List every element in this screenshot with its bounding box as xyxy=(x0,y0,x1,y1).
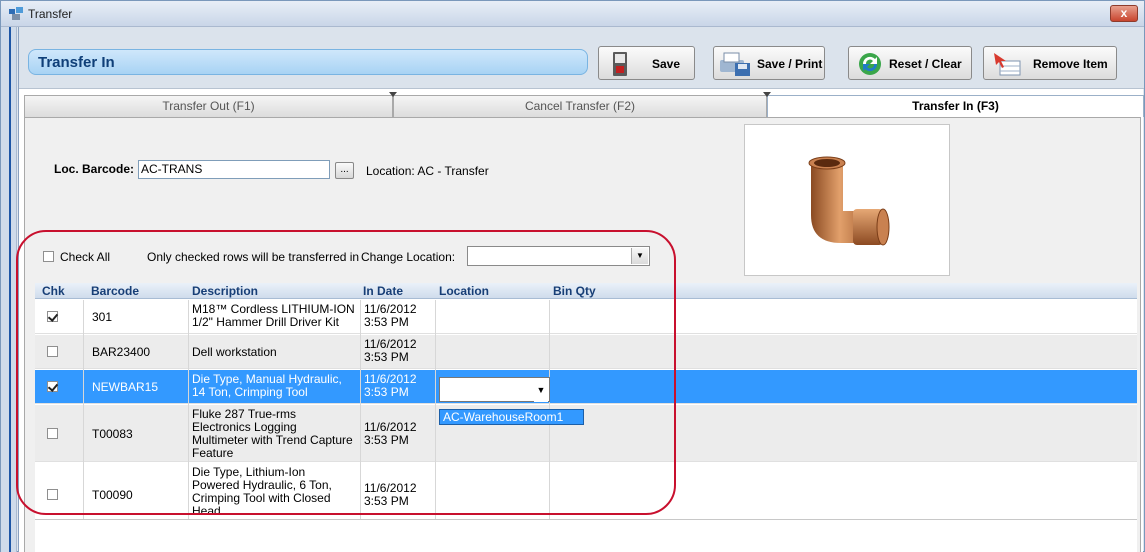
description-cell: Die Type, Lithium-Ion xyxy=(192,465,306,479)
column-divider xyxy=(188,300,189,520)
check-all-row: Check All Only checked rows will be tran… xyxy=(39,246,739,268)
left-rail xyxy=(1,27,17,552)
description-cell: Fluke 287 True-rms xyxy=(192,407,297,421)
barcode-cell: 301 xyxy=(92,310,113,324)
date-cell: 11/6/2012 xyxy=(364,481,417,495)
tab-marker-icon xyxy=(763,92,771,97)
location-option[interactable]: AC-WarehouseRoom1 xyxy=(439,409,584,425)
description-cell: 1/2" Hammer Drill Driver Kit xyxy=(192,315,339,329)
page-title: Transfer In xyxy=(38,54,115,71)
row-checkbox[interactable] xyxy=(47,489,58,500)
tab-marker-icon xyxy=(389,92,397,97)
column-header[interactable]: Chk xyxy=(42,284,65,298)
tab-transfer-out[interactable]: Transfer Out (F1) xyxy=(24,95,393,117)
time-cell: 3:53 PM xyxy=(364,385,409,399)
row-checkbox[interactable] xyxy=(47,346,58,357)
time-cell: 3:53 PM xyxy=(364,433,409,447)
main-content: Transfer In Save Save / Print Reset / Cl… xyxy=(18,27,1144,552)
date-cell: 11/6/2012 xyxy=(364,302,417,316)
description-cell: Head xyxy=(192,504,221,518)
row-checkbox[interactable] xyxy=(47,428,58,439)
column-header[interactable]: Location xyxy=(439,284,489,298)
column-header[interactable]: Barcode xyxy=(91,284,139,298)
row-location-select[interactable]: ▼ xyxy=(439,377,550,402)
table-row[interactable]: T00083 Fluke 287 True-rms Electronics Lo… xyxy=(35,405,1137,462)
description-cell: Dell workstation xyxy=(192,345,277,359)
reset-clear-label: Reset / Clear xyxy=(889,57,962,71)
date-cell: 11/6/2012 xyxy=(364,337,417,351)
table-row[interactable]: 301 M18™ Cordless LITHIUM-ION 1/2" Hamme… xyxy=(35,300,1137,334)
loc-barcode-label: Loc. Barcode: xyxy=(54,162,135,176)
save-print-button[interactable]: Save / Print xyxy=(713,46,825,80)
title-bar: Transfer x xyxy=(1,1,1144,27)
floppy-disk-icon xyxy=(613,52,627,76)
change-location-select[interactable]: ▼ xyxy=(467,246,650,266)
table-row-selected[interactable]: NEWBAR15 Die Type, Manual Hydraulic, 14 … xyxy=(35,370,1137,404)
grid-header: Chk Barcode Description In Date Location… xyxy=(35,283,1137,299)
column-divider xyxy=(435,300,436,520)
copper-elbow-icon xyxy=(808,156,890,246)
barcode-cell: BAR23400 xyxy=(92,345,151,359)
printer-icon xyxy=(720,52,750,76)
date-cell: 11/6/2012 xyxy=(364,372,417,386)
reset-clear-button[interactable]: Reset / Clear xyxy=(848,46,972,80)
description-cell: M18™ Cordless LITHIUM-ION xyxy=(192,302,355,316)
window-title: Transfer xyxy=(28,7,73,21)
remove-item-label: Remove Item xyxy=(1033,57,1108,71)
description-cell: Multimeter with Trend Capture xyxy=(192,433,353,447)
description-cell: Crimping Tool with Closed xyxy=(192,491,331,505)
refresh-icon xyxy=(859,53,881,75)
column-header[interactable]: Bin Qty xyxy=(553,284,596,298)
remove-item-icon xyxy=(994,53,1021,76)
table-row[interactable]: T00090 Die Type, Lithium-Ion Powered Hyd… xyxy=(35,463,1137,520)
change-location-label: Change Location: xyxy=(361,250,456,264)
barcode-cell: T00083 xyxy=(92,427,133,441)
save-label: Save xyxy=(652,57,681,71)
description-cell: Die Type, Manual Hydraulic, xyxy=(192,372,342,386)
column-header[interactable]: Description xyxy=(192,284,258,298)
tab-transfer-in[interactable]: Transfer In (F3) xyxy=(767,95,1144,117)
check-all-checkbox[interactable] xyxy=(43,251,54,262)
close-button[interactable]: x xyxy=(1110,5,1138,22)
time-cell: 3:53 PM xyxy=(364,494,409,508)
description-cell: Electronics Logging xyxy=(192,420,297,434)
column-divider xyxy=(83,300,84,520)
tab-cancel-transfer[interactable]: Cancel Transfer (F2) xyxy=(393,95,767,117)
date-cell: 11/6/2012 xyxy=(364,420,417,434)
chevron-down-icon[interactable]: ▼ xyxy=(631,248,648,264)
tab-strip: Transfer Out (F1) Cancel Transfer (F2) T… xyxy=(24,92,1144,117)
transfer-in-panel: Loc. Barcode: AC-TRANS ... Location: AC … xyxy=(24,117,1141,552)
table-row[interactable]: BAR23400 Dell workstation 11/6/2012 3:53… xyxy=(35,335,1137,369)
save-button[interactable]: Save xyxy=(598,46,695,80)
time-cell: 3:53 PM xyxy=(364,350,409,364)
transfer-note: Only checked rows will be transferred in xyxy=(147,250,360,264)
remove-item-button[interactable]: Remove Item xyxy=(983,46,1117,80)
transfer-grid: Chk Barcode Description In Date Location… xyxy=(35,283,1137,552)
barcode-cell: NEWBAR15 xyxy=(92,380,159,394)
description-cell: 14 Ton, Crimping Tool xyxy=(192,385,308,399)
column-header[interactable]: In Date xyxy=(363,284,403,298)
chevron-down-icon[interactable]: ▼ xyxy=(534,379,548,402)
item-image xyxy=(744,124,950,276)
column-divider xyxy=(360,300,361,520)
description-cell: Feature xyxy=(192,446,234,460)
browse-location-button[interactable]: ... xyxy=(335,162,354,179)
save-print-label: Save / Print xyxy=(757,57,823,71)
toolbar: Transfer In Save Save / Print Reset / Cl… xyxy=(19,27,1144,89)
transfer-window: Transfer x Transfer In Save Save / Print… xyxy=(0,0,1145,552)
app-icon xyxy=(9,7,23,20)
row-checkbox[interactable] xyxy=(47,381,58,392)
loc-barcode-input[interactable]: AC-TRANS xyxy=(138,160,330,179)
barcode-cell: T00090 xyxy=(92,488,133,502)
grid-footer-divider xyxy=(35,519,1137,520)
row-checkbox[interactable] xyxy=(47,311,58,322)
description-cell: Powered Hydraulic, 6 Ton, xyxy=(192,478,332,492)
location-text: Location: AC - Transfer xyxy=(366,164,489,178)
check-all-label: Check All xyxy=(60,250,111,264)
page-header: Transfer In xyxy=(28,49,588,75)
time-cell: 3:53 PM xyxy=(364,315,409,329)
